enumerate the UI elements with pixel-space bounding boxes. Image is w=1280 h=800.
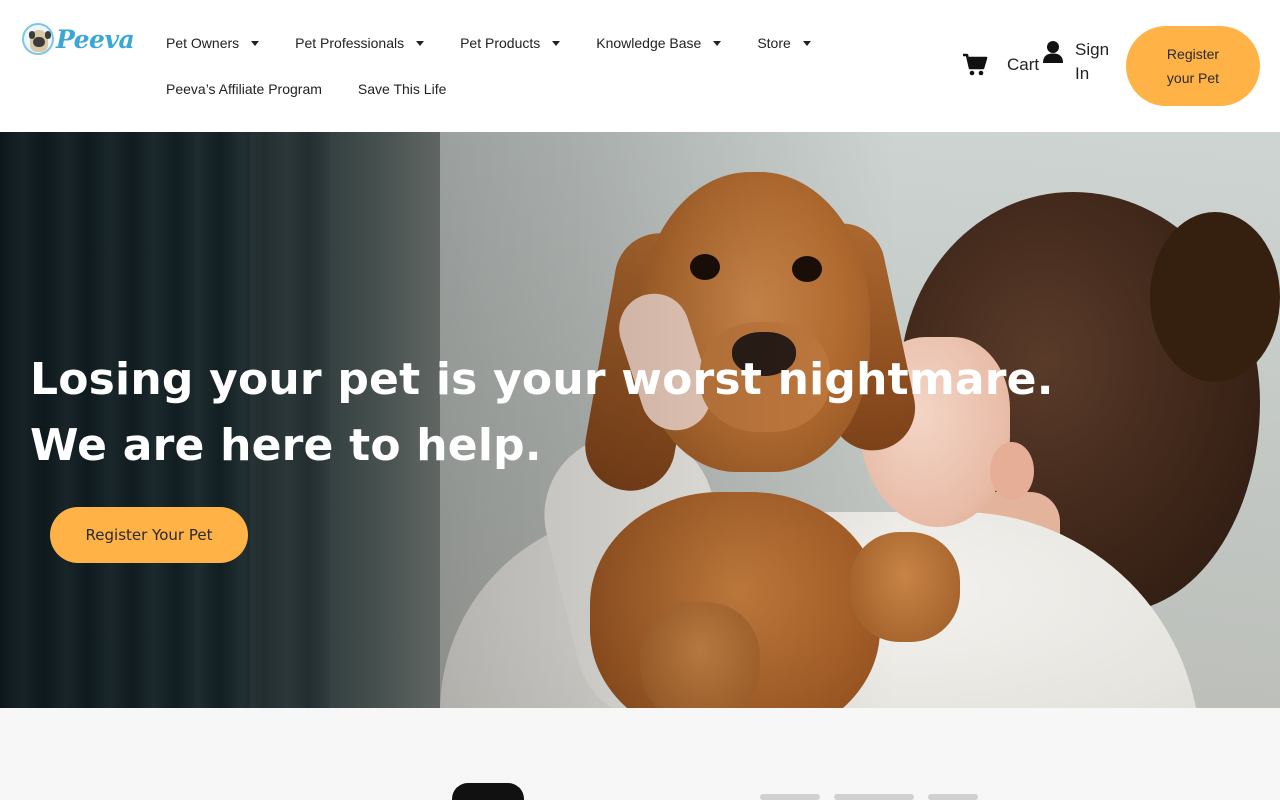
peeva-logo[interactable]: Peeva xyxy=(22,20,135,58)
nav-item-label: Pet Professionals xyxy=(295,35,405,51)
hero-headline-line1: Losing your pet is your worst nightmare. xyxy=(30,354,1054,405)
register-pet-button[interactable]: Register your Pet xyxy=(1126,26,1260,106)
nav-item-label: Store xyxy=(757,35,791,51)
nav-item-label: Peeva’s Affiliate Program xyxy=(166,81,322,97)
nav-item-label: Save This Life xyxy=(357,81,447,97)
cart-label: Cart xyxy=(1007,55,1040,74)
hero-register-pet-button[interactable]: Register Your Pet xyxy=(50,507,248,563)
hero-headline-line2: We are here to help. xyxy=(30,420,542,471)
caret-down-icon xyxy=(713,41,722,46)
cart-link[interactable]: Cart xyxy=(962,50,1039,80)
caret-down-icon xyxy=(416,41,425,46)
hero-headline: Losing your pet is your worst nightmare.… xyxy=(30,347,1054,479)
nav-item-pet-professionals[interactable]: Pet Professionals xyxy=(277,20,442,66)
caret-down-icon xyxy=(552,41,561,46)
sign-in-label: Sign In xyxy=(1075,40,1110,83)
below-hero-section xyxy=(0,708,1280,800)
nav-item-pet-products[interactable]: Pet Products xyxy=(442,20,578,66)
partial-content-peek xyxy=(760,794,1060,800)
nav-item-store[interactable]: Store xyxy=(739,20,828,66)
caret-down-icon xyxy=(802,41,811,46)
phone-image-peek xyxy=(452,783,524,800)
hero-section: Losing your pet is your worst nightmare.… xyxy=(0,132,1280,708)
shopping-cart-icon xyxy=(962,53,988,77)
site-header: Peeva Pet Owners Pet Professionals Pet P… xyxy=(0,0,1280,132)
pug-logo-icon xyxy=(22,23,54,55)
nav-item-label: Knowledge Base xyxy=(596,35,702,51)
nav-item-label: Pet Products xyxy=(460,35,541,51)
nav-row-primary: Pet Owners Pet Professionals Pet Product… xyxy=(148,20,868,66)
main-navigation: Pet Owners Pet Professionals Pet Product… xyxy=(148,20,868,112)
hero-register-pet-button-label: Register Your Pet xyxy=(85,526,213,544)
nav-item-label: Pet Owners xyxy=(166,35,240,51)
caret-down-icon xyxy=(251,41,260,46)
nav-item-affiliate-program[interactable]: Peeva’s Affiliate Program xyxy=(148,66,340,112)
nav-item-save-this-life[interactable]: Save This Life xyxy=(340,66,464,112)
register-pet-button-label: Register your Pet xyxy=(1166,46,1220,86)
user-icon xyxy=(1042,40,1064,64)
nav-item-knowledge-base[interactable]: Knowledge Base xyxy=(578,20,739,66)
nav-row-secondary: Peeva’s Affiliate Program Save This Life xyxy=(148,66,868,112)
logo-wordmark: Peeva xyxy=(56,24,135,54)
sign-in-link[interactable]: Sign In xyxy=(1042,38,1115,86)
nav-item-pet-owners[interactable]: Pet Owners xyxy=(148,20,277,66)
